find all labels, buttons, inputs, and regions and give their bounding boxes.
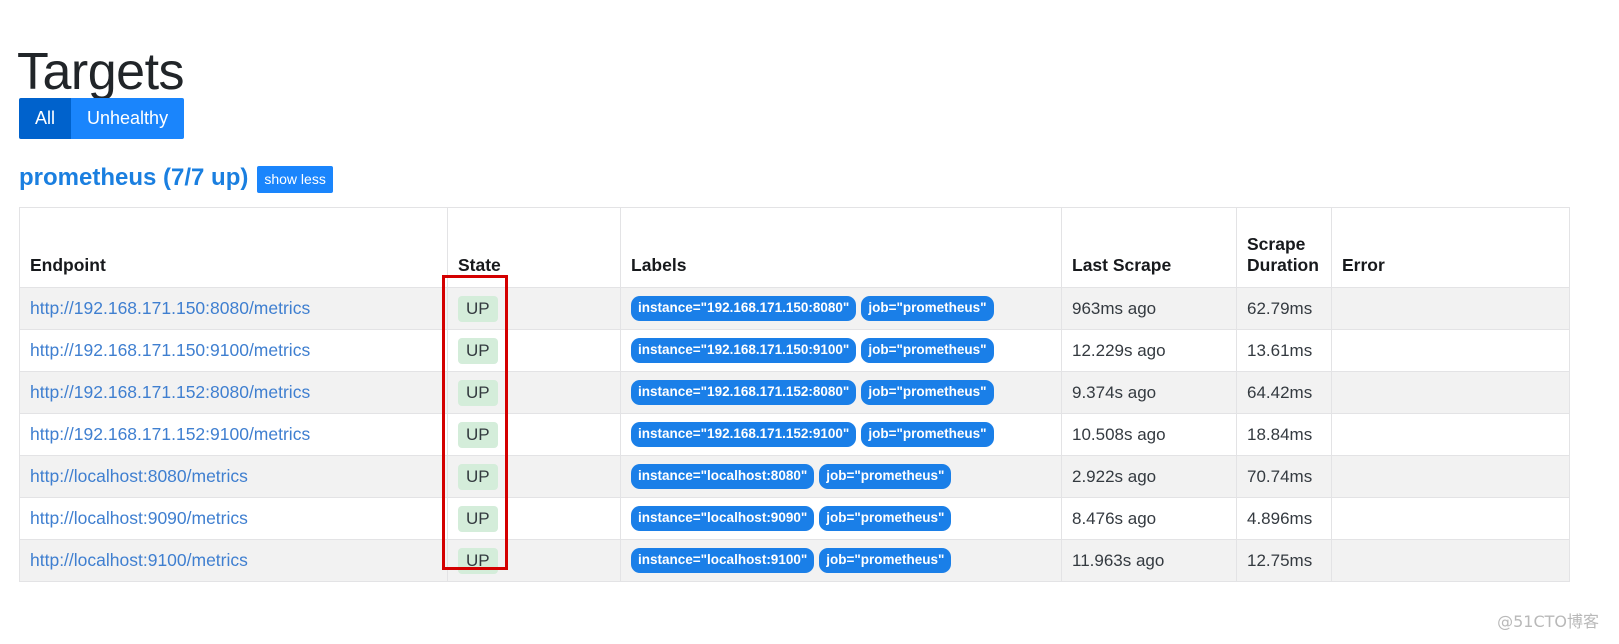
- cell-scrape-duration: 18.84ms: [1236, 413, 1332, 456]
- endpoint-link[interactable]: http://localhost:9090/metrics: [30, 508, 248, 528]
- cell-endpoint: http://localhost:9100/metrics: [19, 539, 448, 582]
- cell-error: [1331, 287, 1570, 330]
- status-badge: UP: [458, 421, 498, 448]
- label-badge[interactable]: job="prometheus": [819, 464, 952, 489]
- cell-error: [1331, 455, 1570, 498]
- column-header-endpoint: Endpoint: [19, 207, 448, 288]
- table-header-row: Endpoint State Labels Last Scrape Scrape…: [19, 207, 1570, 288]
- cell-state: UP: [447, 371, 621, 414]
- cell-endpoint: http://192.168.171.152:9100/metrics: [19, 413, 448, 456]
- page-title: Targets: [17, 42, 185, 101]
- label-badge[interactable]: job="prometheus": [861, 380, 994, 405]
- label-badge[interactable]: instance="192.168.171.150:8080": [631, 296, 857, 321]
- job-title-prometheus[interactable]: prometheus (7/7 up): [19, 164, 248, 192]
- targets-table-container: Endpoint State Labels Last Scrape Scrape…: [19, 207, 1570, 582]
- cell-endpoint: http://192.168.171.152:8080/metrics: [19, 371, 448, 414]
- cell-state: UP: [447, 287, 621, 330]
- status-badge: UP: [458, 337, 498, 364]
- targets-table: Endpoint State Labels Last Scrape Scrape…: [19, 207, 1570, 582]
- cell-labels: instance="localhost:8080" job="prometheus…: [620, 455, 1062, 498]
- cell-scrape-duration: 12.75ms: [1236, 539, 1332, 582]
- label-badge[interactable]: instance="localhost:9090": [631, 506, 815, 531]
- cell-labels: instance="192.168.171.152:8080" job="prom…: [620, 371, 1062, 414]
- cell-last-scrape: 963ms ago: [1061, 287, 1237, 330]
- cell-error: [1331, 497, 1570, 540]
- target-filter-group: All Unhealthy: [19, 98, 185, 139]
- cell-endpoint: http://192.168.171.150:9100/metrics: [19, 329, 448, 372]
- table-row: http://192.168.171.150:9100/metrics UP ins…: [19, 329, 1570, 372]
- label-badge[interactable]: job="prometheus": [861, 296, 994, 321]
- table-row: http://192.168.171.152:9100/metrics UP ins…: [19, 413, 1570, 456]
- column-header-labels: Labels: [620, 207, 1062, 288]
- cell-scrape-duration: 70.74ms: [1236, 455, 1332, 498]
- cell-state: UP: [447, 455, 621, 498]
- cell-error: [1331, 371, 1570, 414]
- cell-error: [1331, 329, 1570, 372]
- label-badge[interactable]: instance="192.168.171.150:9100": [631, 338, 857, 363]
- cell-endpoint: http://192.168.171.150:8080/metrics: [19, 287, 448, 330]
- cell-state: UP: [447, 413, 621, 456]
- endpoint-link[interactable]: http://localhost:8080/metrics: [30, 466, 248, 486]
- column-header-last-scrape: Last Scrape: [1061, 207, 1237, 288]
- status-badge: UP: [458, 379, 498, 406]
- cell-state: UP: [447, 497, 621, 540]
- endpoint-link[interactable]: http://localhost:9100/metrics: [30, 550, 248, 570]
- status-badge: UP: [458, 295, 498, 322]
- label-badge[interactable]: instance="192.168.171.152:9100": [631, 422, 857, 447]
- cell-labels: instance="localhost:9090" job="prometheus…: [620, 497, 1062, 540]
- status-badge: UP: [458, 505, 498, 532]
- cell-labels: instance="192.168.171.152:9100" job="prom…: [620, 413, 1062, 456]
- endpoint-link[interactable]: http://192.168.171.152:8080/metrics: [30, 382, 310, 402]
- cell-scrape-duration: 4.896ms: [1236, 497, 1332, 540]
- label-badge[interactable]: job="prometheus": [861, 338, 994, 363]
- endpoint-link[interactable]: http://192.168.171.150:8080/metrics: [30, 298, 310, 318]
- cell-scrape-duration: 62.79ms: [1236, 287, 1332, 330]
- cell-last-scrape: 11.963s ago: [1061, 539, 1237, 582]
- cell-state: UP: [447, 329, 621, 372]
- endpoint-link[interactable]: http://192.168.171.152:9100/metrics: [30, 424, 310, 444]
- cell-labels: instance="192.168.171.150:9100" job="prom…: [620, 329, 1062, 372]
- label-badge[interactable]: job="prometheus": [819, 506, 952, 531]
- table-row: http://192.168.171.152:8080/metrics UP ins…: [19, 371, 1570, 414]
- cell-labels: instance="localhost:9100" job="prometheus…: [620, 539, 1062, 582]
- label-badge[interactable]: instance="192.168.171.152:8080": [631, 380, 857, 405]
- table-body: http://192.168.171.150:8080/metrics UP ins…: [19, 287, 1570, 582]
- show-less-button[interactable]: show less: [257, 166, 333, 193]
- label-badge[interactable]: instance="localhost:8080": [631, 464, 815, 489]
- cell-last-scrape: 12.229s ago: [1061, 329, 1237, 372]
- status-badge: UP: [458, 547, 498, 574]
- cell-error: [1331, 413, 1570, 456]
- label-badge[interactable]: instance="localhost:9100": [631, 548, 815, 573]
- cell-last-scrape: 8.476s ago: [1061, 497, 1237, 540]
- status-badge: UP: [458, 463, 498, 490]
- endpoint-link[interactable]: http://192.168.171.150:9100/metrics: [30, 340, 310, 360]
- cell-labels: instance="192.168.171.150:8080" job="prom…: [620, 287, 1062, 330]
- column-header-scrape-duration: Scrape Duration: [1236, 207, 1332, 288]
- column-header-error: Error: [1331, 207, 1570, 288]
- cell-scrape-duration: 13.61ms: [1236, 329, 1332, 372]
- job-heading: prometheus (7/7 up) show less: [19, 163, 333, 193]
- cell-scrape-duration: 64.42ms: [1236, 371, 1332, 414]
- filter-button-all[interactable]: All: [19, 98, 72, 139]
- cell-endpoint: http://localhost:9090/metrics: [19, 497, 448, 540]
- cell-last-scrape: 9.374s ago: [1061, 371, 1237, 414]
- table-row: http://localhost:8080/metrics UP instance=…: [19, 455, 1570, 498]
- cell-last-scrape: 2.922s ago: [1061, 455, 1237, 498]
- filter-button-unhealthy[interactable]: Unhealthy: [71, 98, 185, 139]
- label-badge[interactable]: job="prometheus": [819, 548, 952, 573]
- cell-error: [1331, 539, 1570, 582]
- table-row: http://192.168.171.150:8080/metrics UP ins…: [19, 287, 1570, 330]
- watermark: @51CTO博客: [1497, 612, 1599, 631]
- cell-endpoint: http://localhost:8080/metrics: [19, 455, 448, 498]
- table-row: http://localhost:9090/metrics UP instance=…: [19, 497, 1570, 540]
- column-header-state: State: [447, 207, 621, 288]
- label-badge[interactable]: job="prometheus": [861, 422, 994, 447]
- cell-state: UP: [447, 539, 621, 582]
- cell-last-scrape: 10.508s ago: [1061, 413, 1237, 456]
- table-row: http://localhost:9100/metrics UP instance=…: [19, 539, 1570, 582]
- table-header: Endpoint State Labels Last Scrape Scrape…: [19, 207, 1570, 288]
